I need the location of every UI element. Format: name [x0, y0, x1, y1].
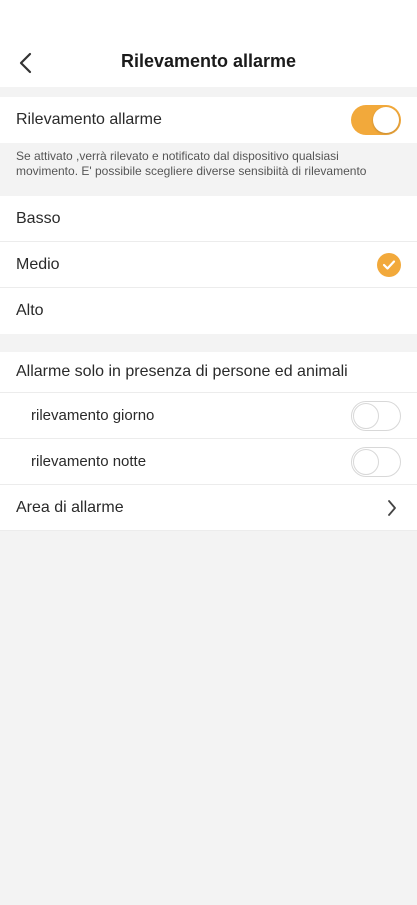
- day-detection-row: rilevamento giorno: [0, 393, 417, 439]
- toggle-knob: [353, 402, 379, 429]
- people-animals-header: Allarme solo in presenza di persone ed a…: [0, 352, 417, 393]
- night-detection-toggle[interactable]: [351, 446, 401, 477]
- toggle-knob: [373, 107, 399, 133]
- day-detection-toggle[interactable]: [351, 400, 401, 431]
- toggle-knob: [353, 448, 379, 475]
- sensitivity-option-medio[interactable]: Medio: [0, 242, 417, 288]
- checkmark-icon: [377, 252, 401, 277]
- option-label: Medio: [16, 255, 60, 273]
- night-detection-row: rilevamento notte: [0, 439, 417, 485]
- detection-section: Rilevamento allarme: [0, 97, 417, 143]
- option-label: Alto: [16, 302, 44, 319]
- detection-row: Rilevamento allarme: [0, 97, 417, 143]
- day-detection-label: rilevamento giorno: [31, 407, 155, 424]
- page-title: Rilevamento allarme: [120, 51, 297, 71]
- sensitivity-section: Basso Medio Alto: [0, 196, 417, 334]
- people-animals-section: Allarme solo in presenza di persone ed a…: [0, 352, 417, 531]
- detection-description: Se attivato ,verrà rilevato e notificato…: [16, 149, 367, 178]
- option-label: Basso: [16, 209, 61, 227]
- top-bar: Rilevamento allarme: [0, 0, 417, 87]
- sensitivity-option-alto[interactable]: Alto: [0, 288, 417, 334]
- alarm-area-row[interactable]: Area di allarme: [0, 485, 417, 531]
- detection-toggle[interactable]: [351, 105, 401, 135]
- detection-label: Rilevamento allarme: [16, 111, 162, 128]
- alarm-area-label: Area di allarme: [16, 498, 124, 516]
- night-detection-label: rilevamento notte: [31, 453, 147, 470]
- sensitivity-option-basso[interactable]: Basso: [0, 196, 417, 242]
- chevron-right-icon: [383, 499, 401, 517]
- people-animals-label: Allarme solo in presenza di persone ed a…: [16, 363, 348, 380]
